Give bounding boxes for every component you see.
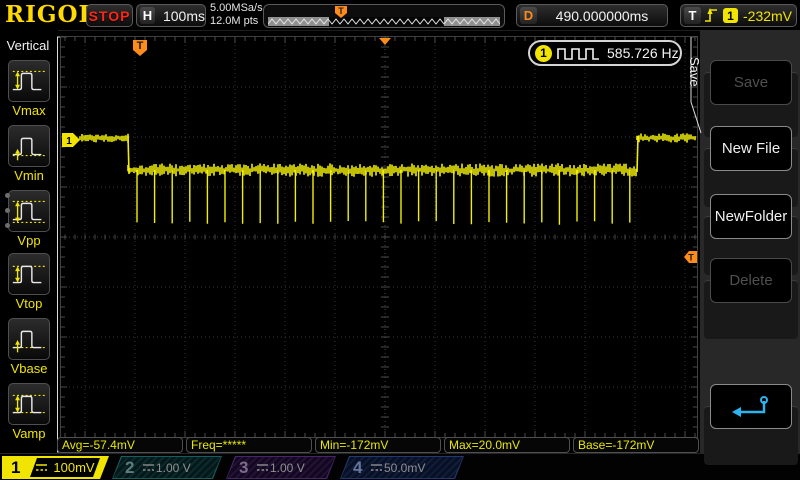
save-button[interactable]: Save (710, 60, 792, 105)
menu-button-vbase[interactable] (8, 318, 50, 360)
horizontal-label: H (140, 7, 155, 24)
channel-4-tab[interactable]: 4 50.0mV (340, 456, 464, 479)
channel-1-number: 1 (11, 458, 21, 477)
return-arrow-icon (732, 395, 768, 417)
rigol-logo: RIGOL (5, 1, 96, 28)
oscilloscope-screen: RIGOL STOP H 100ms 5.00MSa/s 12.0M pts T… (0, 0, 800, 480)
menu-button-vpp[interactable] (8, 190, 50, 232)
menu-button-vmin[interactable] (8, 125, 50, 167)
channel-1-scale: 100mV (53, 460, 95, 475)
channel-1-tab[interactable]: 1 100mV (2, 456, 109, 479)
freq-channel-badge: 1 (535, 44, 552, 62)
vamp-icon (12, 394, 46, 414)
new-folder-button[interactable]: NewFolder (710, 194, 792, 239)
preview-wave-icon (268, 18, 500, 25)
waveform-preview-bar: T (263, 4, 505, 28)
vtop-icon (12, 265, 46, 284)
run-state-label: STOP (88, 7, 131, 24)
trigger-label: T (684, 7, 701, 24)
sample-rate: 5.00MSa/s (210, 2, 263, 14)
measurement-readout-bar: Avg=-57.4mV Freq=***** Min=-172mV Max=20… (57, 437, 699, 453)
frequency-counter-badge: 1 585.726 Hz (528, 40, 682, 66)
page-dot (5, 193, 10, 198)
channel-2-number: 2 (125, 458, 135, 477)
vbase-icon (12, 330, 46, 353)
channel-2-tab[interactable]: 2 1.00 V (112, 456, 222, 479)
menu-button-vmax[interactable] (8, 60, 50, 102)
vmin-icon (12, 137, 46, 161)
new-file-button[interactable]: New File (710, 126, 792, 171)
vmin-label: Vmin (14, 168, 44, 183)
vmax-icon (12, 70, 46, 91)
page-dot (5, 208, 10, 213)
channel-3-scale: 1.00 V (270, 461, 305, 475)
delay-value: 490.000000ms (555, 7, 649, 24)
svg-text:T: T (688, 253, 694, 263)
measurement-avg: Avg=-57.4mV (57, 437, 183, 453)
vtop-label: Vtop (15, 296, 43, 311)
dc-coupling-icon (371, 464, 382, 471)
dc-coupling-icon (143, 464, 154, 471)
graticule: T 1 T (60, 36, 698, 438)
channel-status-bar: 1 100mV 2 1.00 V 3 1.00 V 4 50.0mV (0, 453, 800, 480)
vbase-label: Vbase (10, 361, 48, 376)
dc-coupling-icon (35, 462, 48, 473)
freq-value: 585.726 Hz (607, 45, 679, 61)
vpp-label: Vpp (17, 233, 41, 248)
vmax-label: Vmax (12, 103, 46, 118)
channel-4-scale: 50.0mV (384, 461, 426, 475)
left-measure-sidebar: Vertical Vmax Vmin Vpp Vtop Vbase Vamp (0, 30, 58, 453)
trigger-widget[interactable]: T 1 -232mV (680, 4, 797, 27)
acquisition-info: 5.00MSa/s 12.0M pts (210, 2, 263, 28)
trigger-source-badge: 1 (723, 8, 738, 23)
page-dot (5, 223, 10, 228)
trigger-level-value: -232mV (743, 7, 793, 24)
delay-label: D (520, 7, 537, 24)
run-stop-indicator[interactable]: STOP (86, 4, 133, 27)
menu-button-vamp[interactable] (8, 383, 50, 425)
channel-1-inner: 100mV (30, 458, 100, 477)
channel-2-scale: 1.00 V (156, 461, 191, 475)
timebase-value: 100ms (162, 7, 205, 24)
top-status-bar: RIGOL STOP H 100ms 5.00MSa/s 12.0M pts T… (0, 0, 800, 31)
channel-3-tab[interactable]: 3 1.00 V (226, 456, 336, 479)
measurement-max: Max=20.0mV (444, 437, 570, 453)
measurement-freq: Freq=***** (186, 437, 312, 453)
vpp-icon (12, 200, 46, 223)
horizontal-timebase-widget[interactable]: H 100ms (136, 4, 206, 27)
channel-4-number: 4 (353, 458, 363, 477)
preview-record-strip (268, 17, 500, 26)
square-wave-icon (557, 47, 599, 60)
svg-text:1: 1 (66, 136, 72, 147)
menu-button-vtop[interactable] (8, 253, 50, 295)
svg-text:T: T (137, 40, 144, 52)
left-menu-title: Vertical (6, 38, 50, 53)
memory-depth: 12.0M pts (210, 15, 259, 27)
delete-button[interactable]: Delete (710, 258, 792, 303)
dc-coupling-icon (257, 464, 268, 471)
right-menu-tab: Save (687, 57, 702, 87)
measurement-base: Base=-172mV (573, 437, 699, 453)
measurement-min: Min=-172mV (315, 437, 441, 453)
preview-trigger-marker-icon: T (335, 6, 347, 18)
vamp-label: Vamp (12, 426, 46, 441)
return-button[interactable] (710, 384, 792, 429)
svg-text:T: T (338, 6, 344, 16)
delay-widget[interactable]: D 490.000000ms (516, 4, 668, 27)
channel-3-number: 3 (239, 458, 249, 477)
rising-edge-icon (705, 8, 717, 22)
